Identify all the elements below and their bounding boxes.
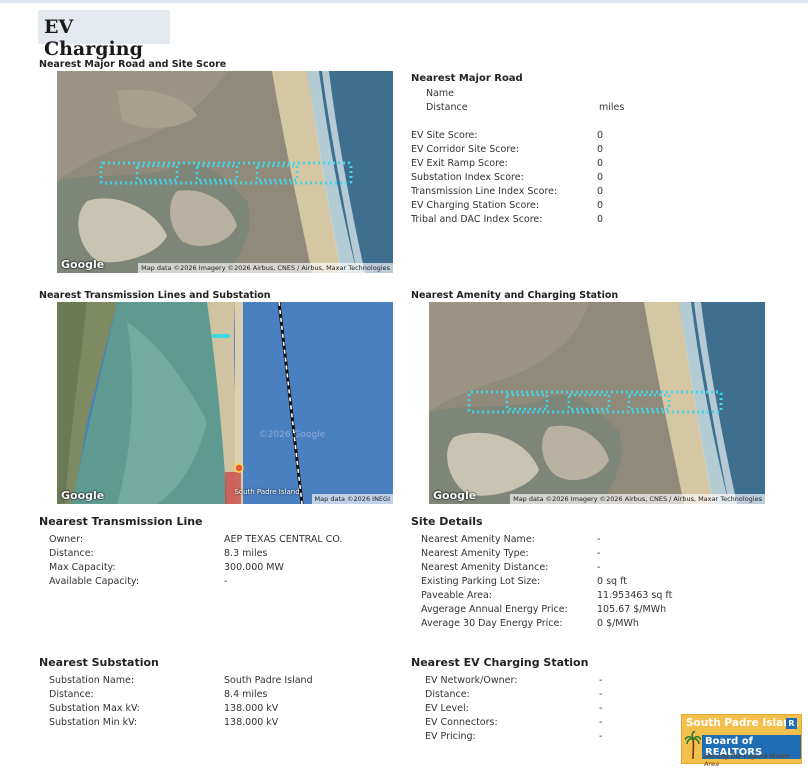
ev-station-heading: Nearest EV Charging Station (411, 656, 589, 669)
site-detail-value: 11.953463 sq ft (597, 590, 673, 601)
site-detail-label: Nearest Amenity Distance: (421, 562, 549, 573)
transmission-label: Max Capacity: (49, 562, 116, 573)
map-attribution: Map data ©2026 Imagery ©2026 Airbus, CNE… (510, 494, 765, 504)
site-detail-value: 105.67 $/MWh (597, 604, 667, 615)
road-distance-unit: miles (599, 102, 625, 113)
road-name-label: Name (426, 88, 455, 99)
page-title: EV Charging (38, 10, 170, 60)
substation-label: Distance: (49, 689, 94, 700)
score-value: 0 (597, 130, 604, 141)
site-detail-label: Avgerage Annual Energy Price: (421, 604, 568, 615)
score-label: EV Charging Station Score: (411, 200, 540, 211)
substation-value: 138.000 kV (224, 703, 279, 714)
transmission-label: Available Capacity: (49, 576, 140, 587)
logo-line-3: Serving the Laguna Madre Area (704, 752, 790, 768)
ev-station-value: - (599, 689, 603, 700)
map-caption-road: Nearest Major Road and Site Score (39, 59, 227, 70)
score-value: 0 (597, 200, 604, 211)
substation-label: Substation Max kV: (49, 703, 140, 714)
score-label: Tribal and DAC Index Score: (411, 214, 543, 225)
top-border (0, 0, 808, 3)
ev-station-value: - (599, 675, 603, 686)
ev-station-label: Distance: (425, 689, 470, 700)
score-label: EV Site Score: (411, 130, 478, 141)
transmission-value: AEP TEXAS CENTRAL CO. (224, 534, 343, 545)
substation-heading: Nearest Substation (39, 656, 159, 669)
ev-station-label: EV Network/Owner: (425, 675, 518, 686)
score-label: EV Corridor Site Score: (411, 144, 520, 155)
map-transmission[interactable]: South Padre Island ©2026 Google Google M… (57, 302, 393, 504)
map-amenity[interactable]: Google Map data ©2026 Imagery ©2026 Airb… (429, 302, 765, 504)
substation-value: South Padre Island (224, 675, 313, 686)
transmission-value: - (224, 576, 228, 587)
substation-value: 8.4 miles (224, 689, 268, 700)
score-value: 0 (597, 172, 604, 183)
palm-tree-icon (685, 731, 701, 759)
major-road-heading: Nearest Major Road (411, 73, 523, 84)
substation-label: Substation Name: (49, 675, 135, 686)
score-value: 0 (597, 144, 604, 155)
map-caption-transmission: Nearest Transmission Lines and Substatio… (39, 290, 271, 301)
road-distance-label: Distance (426, 102, 468, 113)
substation-label: Substation Min kV: (49, 717, 138, 728)
score-value: 0 (597, 158, 604, 169)
ev-station-value: - (599, 717, 603, 728)
ev-station-label: EV Pricing: (425, 731, 476, 742)
score-label: Transmission Line Index Score: (411, 186, 558, 197)
site-detail-value: 0 $/MWh (597, 618, 639, 629)
transmission-label: Distance: (49, 548, 94, 559)
site-detail-value: - (597, 548, 601, 559)
map-watermark: ©2026 Google (258, 430, 326, 440)
map-attribution: Map data ©2026 Imagery ©2026 Airbus, CNE… (138, 263, 393, 273)
site-detail-label: Existing Parking Lot Size: (421, 576, 541, 587)
google-logo: Google (61, 258, 105, 271)
satellite-image (429, 302, 765, 504)
satellite-image (57, 71, 393, 273)
board-of-realtors-logo: South Padre Island R Board of REALTORS S… (681, 714, 802, 768)
score-value: 0 (597, 214, 604, 225)
transmission-value: 300.000 MW (224, 562, 284, 573)
transmission-heading: Nearest Transmission Line (39, 515, 203, 528)
site-detail-label: Paveable Area: (421, 590, 493, 601)
site-detail-label: Nearest Amenity Type: (421, 548, 529, 559)
ev-station-label: EV Connectors: (425, 717, 498, 728)
realtor-r-icon: R (786, 718, 797, 729)
site-detail-value: 0 sq ft (597, 576, 627, 587)
ev-station-label: EV Level: (425, 703, 469, 714)
map-caption-amenity: Nearest Amenity and Charging Station (411, 290, 619, 301)
transmission-value: 8.3 miles (224, 548, 268, 559)
score-label: EV Exit Ramp Score: (411, 158, 508, 169)
score-label: Substation Index Score: (411, 172, 524, 183)
site-detail-value: - (597, 562, 601, 573)
transmission-label: Owner: (49, 534, 84, 545)
map-major-road[interactable]: Google Map data ©2026 Imagery ©2026 Airb… (57, 71, 393, 273)
map-attribution: Map data ©2026 INEGI (311, 494, 393, 504)
site-details-heading: Site Details (411, 515, 483, 528)
google-logo: Google (61, 489, 105, 502)
ev-station-value: - (599, 731, 603, 742)
logo-line-1: South Padre Island (686, 717, 799, 729)
satellite-image (57, 302, 393, 504)
substation-value: 138.000 kV (224, 717, 279, 728)
score-value: 0 (597, 186, 604, 197)
site-detail-value: - (597, 534, 601, 545)
google-logo: Google (433, 489, 477, 502)
ev-station-value: - (599, 703, 603, 714)
site-detail-label: Average 30 Day Energy Price: (421, 618, 563, 629)
site-detail-label: Nearest Amenity Name: (421, 534, 535, 545)
map-place-label: South Padre Island (234, 488, 300, 496)
